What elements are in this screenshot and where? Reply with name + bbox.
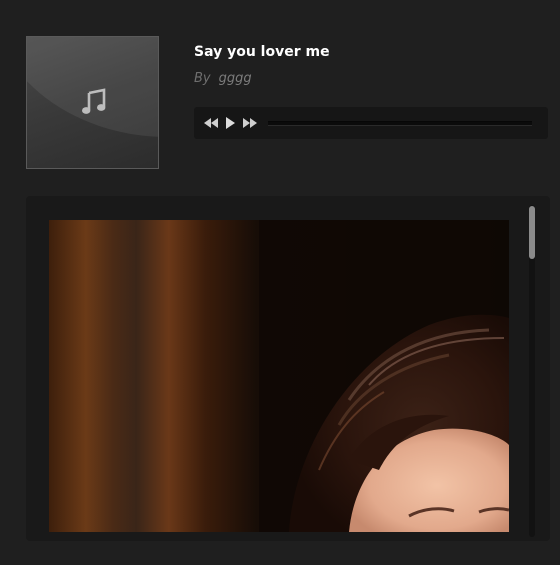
scrollbar[interactable] [529, 205, 535, 537]
play-icon[interactable] [224, 116, 236, 130]
track-byline: By gggg [194, 71, 252, 86]
by-label: By [194, 71, 211, 86]
rewind-icon[interactable] [203, 116, 219, 130]
artist-name[interactable]: gggg [219, 71, 252, 86]
photo-image [49, 220, 509, 532]
audio-player [194, 107, 548, 139]
fast-forward-icon[interactable] [242, 116, 258, 130]
music-post: Say you lover me By gggg [0, 0, 560, 565]
post-content-panel [26, 196, 550, 541]
progress-bar[interactable] [268, 121, 532, 126]
track-title: Say you lover me [194, 44, 330, 60]
post-photo [49, 220, 509, 532]
album-art [26, 36, 159, 169]
music-note-icon [82, 88, 106, 114]
scrollbar-thumb[interactable] [529, 206, 535, 259]
